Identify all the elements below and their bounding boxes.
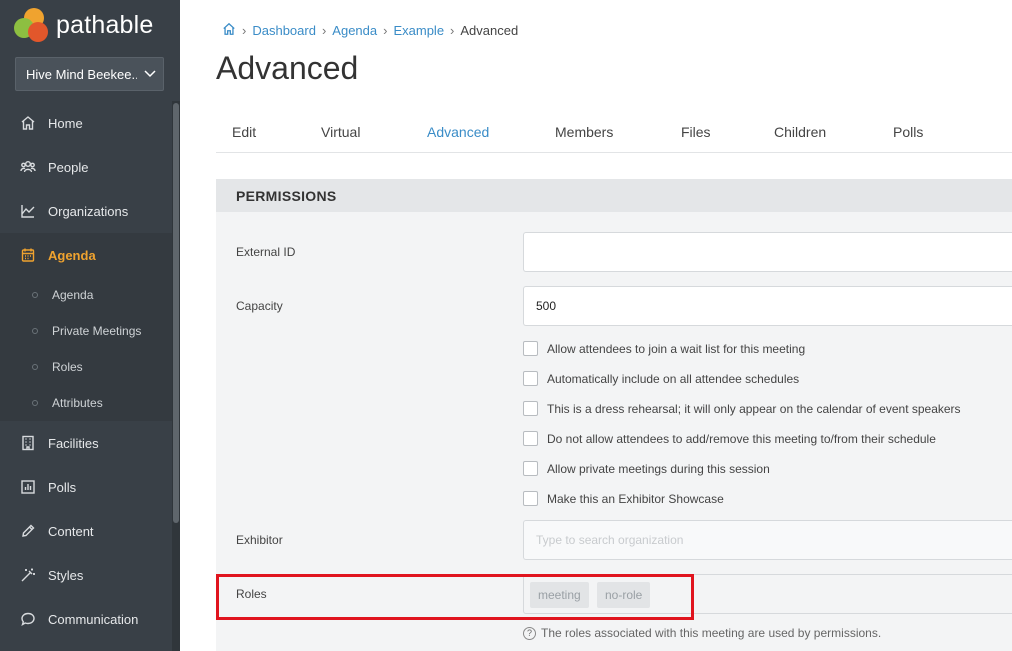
chat-icon <box>21 612 35 626</box>
organizations-icon <box>21 205 35 218</box>
roles-help-label: The roles associated with this meeting a… <box>541 626 882 640</box>
sidebar-scrollbar[interactable] <box>172 101 180 651</box>
sidebar-subitem-label: Attributes <box>52 396 103 410</box>
bullet-icon <box>32 400 38 406</box>
sidebar-item-content[interactable]: Content <box>0 509 172 553</box>
checkbox-dress-rehearsal[interactable]: This is a dress rehearsal; it will only … <box>523 401 961 416</box>
sidebar-item-label: Home <box>48 115 83 131</box>
bullet-icon <box>32 364 38 370</box>
breadcrumb-current: Advanced <box>460 23 519 38</box>
pathable-logo[interactable]: pathable <box>14 8 154 42</box>
checkbox-box[interactable] <box>523 491 538 506</box>
sidebar-item-people[interactable]: People <box>0 145 172 189</box>
checkbox-box[interactable] <box>523 371 538 386</box>
sidebar-item-label: Facilities <box>48 435 99 451</box>
sidebar-item-label: Agenda <box>48 247 96 263</box>
question-icon: ? <box>523 626 536 640</box>
capacity-input[interactable]: 500 <box>523 286 1012 326</box>
sidebar-subitem-label: Private Meetings <box>52 324 142 338</box>
checkbox-label: Do not allow attendees to add/remove thi… <box>547 431 936 446</box>
checkbox-private-meetings[interactable]: Allow private meetings during this sessi… <box>523 461 770 476</box>
chevron-right-icon: › <box>321 23 327 38</box>
checkbox-wait-list[interactable]: Allow attendees to join a wait list for … <box>523 341 805 356</box>
sidebar-item-home[interactable]: Home <box>0 101 172 145</box>
poll-icon <box>21 480 35 494</box>
breadcrumb-link-agenda[interactable]: Agenda <box>332 23 377 38</box>
sidebar: pathable Hive Mind Beekee... Home People… <box>0 0 180 651</box>
building-icon <box>22 435 34 451</box>
sidebar-item-communication[interactable]: Communication <box>0 597 172 641</box>
sidebar-subitem-private-meetings[interactable]: Private Meetings <box>0 313 172 349</box>
checkbox-auto-include[interactable]: Automatically include on all attendee sc… <box>523 371 799 386</box>
chevron-down-icon <box>137 67 163 81</box>
chevron-right-icon: › <box>242 23 247 38</box>
organization-selector-value: Hive Mind Beekee... <box>26 66 137 82</box>
sidebar-subitem-label: Roles <box>52 360 83 374</box>
sidebar-item-label: People <box>48 159 89 175</box>
checkbox-label: Allow attendees to join a wait list for … <box>547 341 806 356</box>
home-icon <box>21 116 35 130</box>
agenda-submenu: Agenda Private Meetings Roles Attributes <box>0 277 172 421</box>
sidebar-item-facilities[interactable]: Facilities <box>0 421 172 465</box>
chevron-right-icon: › <box>450 23 455 38</box>
sidebar-subitem-attributes[interactable]: Attributes <box>0 385 172 421</box>
external-id-input[interactable] <box>523 232 1012 272</box>
bullet-icon <box>32 328 38 334</box>
tab-bar: Edit Virtual Advanced Members Files Chil… <box>216 112 1012 153</box>
sidebar-item-label: Polls <box>48 479 77 495</box>
checkbox-no-add-remove[interactable]: Do not allow attendees to add/remove thi… <box>523 431 936 446</box>
people-icon <box>20 161 36 173</box>
external-id-label: External ID <box>236 245 296 259</box>
breadcrumb-link-dashboard[interactable]: Dashboard <box>252 23 316 38</box>
checkbox-label: Automatically include on all attendee sc… <box>547 371 800 386</box>
sidebar-subitem-roles[interactable]: Roles <box>0 349 172 385</box>
sidebar-item-organizations[interactable]: Organizations <box>0 189 172 233</box>
breadcrumb: › Dashboard › Agenda › Example › Advance… <box>222 22 518 39</box>
tab-advanced[interactable]: Advanced <box>427 124 489 140</box>
capacity-label: Capacity <box>236 299 283 313</box>
exhibitor-label: Exhibitor <box>236 533 283 547</box>
bullet-icon <box>32 292 38 298</box>
sidebar-item-polls[interactable]: Polls <box>0 465 172 509</box>
sidebar-nav: Home People Organizations Agenda Agenda … <box>0 101 172 641</box>
page-title: Advanced <box>216 50 359 86</box>
tab-polls[interactable]: Polls <box>893 124 923 140</box>
roles-highlight-box <box>216 574 694 620</box>
checkbox-label: This is a dress rehearsal; it will only … <box>547 401 961 416</box>
tab-edit[interactable]: Edit <box>232 124 256 140</box>
sidebar-item-label: Organizations <box>48 203 129 219</box>
sidebar-item-label: Styles <box>48 567 84 583</box>
calendar-icon <box>21 248 35 262</box>
chevron-right-icon: › <box>383 23 388 38</box>
exhibitor-search-input[interactable]: Type to search organization <box>523 520 1012 560</box>
logo-mark-icon <box>14 8 50 42</box>
magic-wand-icon <box>21 568 35 582</box>
checkbox-box[interactable] <box>523 431 538 446</box>
checkbox-label: Make this an Exhibitor Showcase <box>547 491 724 506</box>
organization-selector[interactable]: Hive Mind Beekee... <box>15 57 164 91</box>
permissions-header: PERMISSIONS <box>216 179 1012 212</box>
sidebar-item-agenda[interactable]: Agenda <box>0 233 172 277</box>
sidebar-scrollbar-thumb[interactable] <box>173 103 179 523</box>
tab-members[interactable]: Members <box>555 124 613 140</box>
checkbox-box[interactable] <box>523 461 538 476</box>
sidebar-subitem-label: Agenda <box>52 288 94 302</box>
sidebar-item-label: Communication <box>48 611 139 627</box>
tab-files[interactable]: Files <box>681 124 711 140</box>
breadcrumb-link-example[interactable]: Example <box>393 23 444 38</box>
sidebar-item-styles[interactable]: Styles <box>0 553 172 597</box>
pencil-icon <box>22 524 35 537</box>
tab-children[interactable]: Children <box>774 124 826 140</box>
checkbox-label: Allow private meetings during this sessi… <box>547 461 770 476</box>
sidebar-item-label: Content <box>48 523 94 539</box>
tab-virtual[interactable]: Virtual <box>321 124 360 140</box>
checkbox-box[interactable] <box>523 341 538 356</box>
home-icon[interactable] <box>222 22 236 39</box>
roles-help-text: ? The roles associated with this meeting… <box>523 626 881 640</box>
checkbox-exhibitor-showcase[interactable]: Make this an Exhibitor Showcase <box>523 491 724 506</box>
checkbox-box[interactable] <box>523 401 538 416</box>
brand-name: pathable <box>56 10 154 39</box>
sidebar-subitem-agenda[interactable]: Agenda <box>0 277 172 313</box>
